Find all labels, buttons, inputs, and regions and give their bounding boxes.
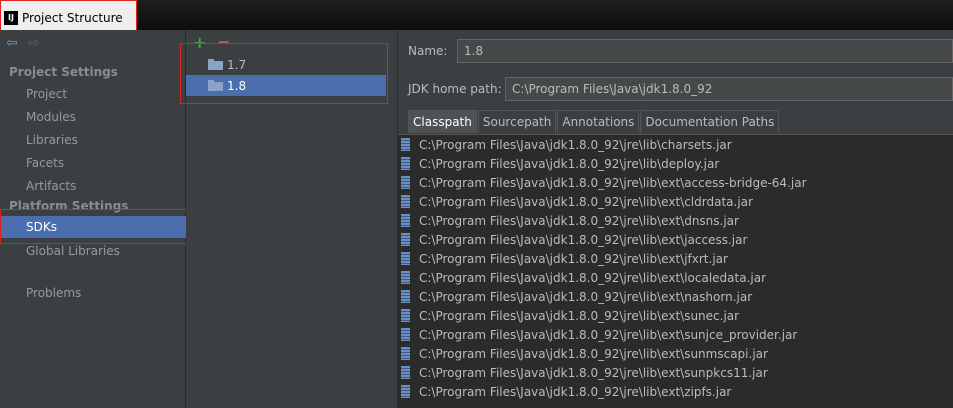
settings-nav: ⇦ ⇨ Project Settings Project Modules Lib… [0,30,195,408]
name-field[interactable]: 1.8 [457,39,953,63]
nav-item-global-libraries[interactable]: Global Libraries [26,244,120,258]
jar-icon [401,385,410,398]
name-label: Name: [408,44,448,58]
classpath-list[interactable]: C:\Program Files\Java\jdk1.8.0_92\jre\li… [398,134,953,408]
jar-icon [401,138,410,151]
back-arrow-icon[interactable]: ⇦ [6,36,18,50]
nav-item-artifacts[interactable]: Artifacts [26,179,76,193]
list-item[interactable]: C:\Program Files\Java\jdk1.8.0_92\jre\li… [398,154,953,173]
sdk-item-1-7[interactable]: 1.7 [186,54,386,75]
jar-icon [401,233,410,246]
jar-icon [401,309,410,322]
list-item[interactable]: C:\Program Files\Java\jdk1.8.0_92\jre\li… [398,287,953,306]
path-tabs: Classpath Sourcepath Annotations Documen… [408,110,780,133]
nav-item-facets[interactable]: Facets [26,156,64,170]
jar-icon [401,252,410,265]
tab-documentation-paths[interactable]: Documentation Paths [640,110,780,133]
list-item[interactable]: C:\Program Files\Java\jdk1.8.0_92\jre\li… [398,325,953,344]
list-item[interactable]: C:\Program Files\Java\jdk1.8.0_92\jre\li… [398,382,953,401]
list-item[interactable]: C:\Program Files\Java\jdk1.8.0_92\jre\li… [398,249,953,268]
jar-icon [401,366,410,379]
folder-icon [208,80,223,91]
nav-item-libraries[interactable]: Libraries [26,133,78,147]
sdk-item-1-8[interactable]: 1.8 [186,75,386,96]
nav-arrows: ⇦ ⇨ [6,36,39,50]
list-item[interactable]: C:\Program Files\Java\jdk1.8.0_92\jre\li… [398,306,953,325]
tab-annotations[interactable]: Annotations [557,110,640,133]
window-title: Project Structure [22,10,123,25]
project-settings-heading: Project Settings [9,65,118,79]
jar-icon [401,195,410,208]
nav-item-problems[interactable]: Problems [26,286,81,300]
add-sdk-icon[interactable]: + [193,33,206,52]
list-item[interactable]: C:\Program Files\Java\jdk1.8.0_92\jre\li… [398,135,953,154]
tab-sourcepath[interactable]: Sourcepath [477,110,557,133]
jar-icon [401,290,410,303]
jar-icon [401,271,410,284]
intellij-icon: IJ [4,10,18,25]
forward-arrow-icon[interactable]: ⇨ [28,36,40,50]
platform-settings-heading: Platform Settings [9,199,129,213]
tab-classpath[interactable]: Classpath [408,110,477,133]
nav-item-modules[interactable]: Modules [26,110,76,124]
title-bar [0,0,953,30]
list-item[interactable]: C:\Program Files\Java\jdk1.8.0_92\jre\li… [398,173,953,192]
jar-icon [401,328,410,341]
jar-icon [401,176,410,189]
sdk-item-label: 1.7 [227,57,247,72]
sdk-detail-panel: Name: 1.8 JDK home path: C:\Program File… [398,30,953,408]
jar-icon [401,157,410,170]
list-item[interactable]: C:\Program Files\Java\jdk1.8.0_92\jre\li… [398,344,953,363]
jar-icon [401,214,410,227]
jdk-home-label: JDK home path: [408,82,502,96]
jar-icon [401,347,410,360]
sdk-list-panel: + − 1.7 1.8 [180,30,398,408]
folder-icon [208,59,223,70]
list-item[interactable]: C:\Program Files\Java\jdk1.8.0_92\jre\li… [398,268,953,287]
list-item[interactable]: C:\Program Files\Java\jdk1.8.0_92\jre\li… [398,230,953,249]
list-item[interactable]: C:\Program Files\Java\jdk1.8.0_92\jre\li… [398,192,953,211]
sdk-item-label: 1.8 [227,78,247,93]
list-item[interactable]: C:\Program Files\Java\jdk1.8.0_92\jre\li… [398,363,953,382]
nav-item-project[interactable]: Project [26,87,67,101]
nav-item-sdks[interactable]: SDKs [0,216,186,238]
remove-sdk-icon[interactable]: − [217,32,230,51]
jdk-home-field[interactable]: C:\Program Files\Java\jdk1.8.0_92 [505,77,953,101]
list-item[interactable]: C:\Program Files\Java\jdk1.8.0_92\jre\li… [398,211,953,230]
